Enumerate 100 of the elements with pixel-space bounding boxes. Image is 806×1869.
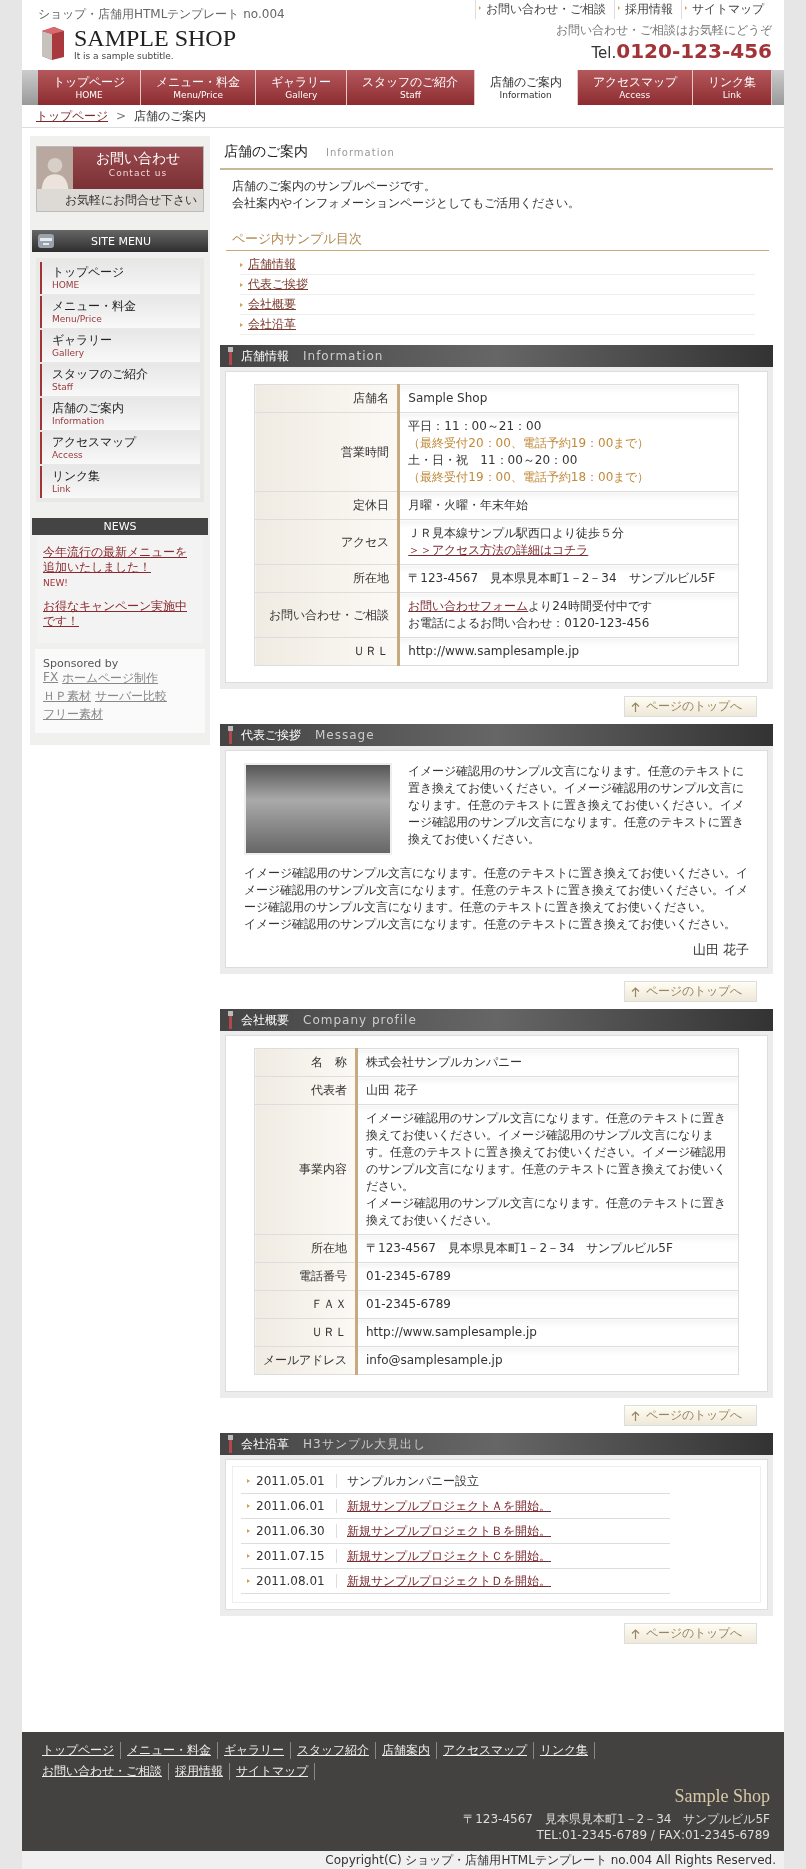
- table-header-cell: 営業時間: [254, 412, 399, 492]
- table-cell: 山田 花子: [356, 1076, 739, 1105]
- section-subtitle: Information: [303, 349, 384, 363]
- arrow-up-icon: [631, 986, 640, 997]
- contact-note: お問い合わせ・ご相談はお気軽にどうぞ: [556, 22, 772, 39]
- news-link[interactable]: お得なキャンペーン実施中です！: [43, 599, 197, 629]
- news-link[interactable]: 今年流行の最新メニューを追加いたしました！: [43, 545, 197, 575]
- footer-link[interactable]: トップページ: [42, 1742, 121, 1759]
- history-text: サンプルカンパニー設立: [347, 1472, 479, 1490]
- arrow-up-icon: [631, 1410, 640, 1421]
- sponsor-link[interactable]: フリー素材: [43, 706, 103, 723]
- toc-heading: ページ内サンプル目次: [226, 230, 769, 251]
- nav-tab[interactable]: メニュー・料金 Menu/Price: [141, 70, 257, 105]
- footer-link[interactable]: サイトマップ: [230, 1763, 315, 1780]
- page-title-english: Information: [326, 146, 395, 158]
- table-cell: http://www.samplesample.jp: [398, 637, 739, 666]
- top-link[interactable]: サイトマップ: [681, 0, 772, 19]
- menu-item[interactable]: トップページ HOME: [40, 262, 200, 294]
- signature: 山田 花子: [692, 942, 749, 957]
- table-header-cell: 所在地: [254, 564, 399, 593]
- table-header-cell: メールアドレス: [254, 1346, 357, 1375]
- logo-text[interactable]: SAMPLE SHOP: [74, 25, 237, 51]
- footer-link[interactable]: お問い合わせ・ご相談: [42, 1763, 169, 1780]
- toc-link[interactable]: 店舗情報: [248, 256, 296, 273]
- footer-link[interactable]: スタッフ紹介: [291, 1742, 376, 1759]
- footer-link[interactable]: リンク集: [534, 1742, 595, 1759]
- history-link[interactable]: 新規サンプルプロジェクトＤを開始。: [347, 1572, 551, 1590]
- section-title: 店舗情報: [241, 347, 289, 365]
- table-header-cell: 名 称: [254, 1048, 357, 1077]
- footer-link[interactable]: アクセスマップ: [437, 1742, 534, 1759]
- menu-item[interactable]: アクセスマップ Access: [40, 432, 200, 464]
- breadcrumb-separator: >: [116, 109, 127, 123]
- table-cell: http://www.samplesample.jp: [356, 1318, 739, 1347]
- copyright: Copyright(C) ショップ・店舗用HTMLテンプレート no.004 All Rights Reserved.: [325, 1853, 776, 1867]
- sponsor-link[interactable]: ＨＰ素材: [43, 688, 91, 705]
- table-cell: ＪＲ見本線サンプル駅西口より徒歩５分 ＞＞アクセス方法の詳細はコチラ: [398, 519, 739, 565]
- nav-tab[interactable]: リンク集 Link: [692, 70, 772, 105]
- breadcrumb-current: 店舗のご案内: [134, 107, 207, 125]
- footer-link[interactable]: 採用情報: [169, 1763, 230, 1780]
- nav-tab[interactable]: スタッフのご紹介 Staff: [347, 70, 475, 105]
- bullet-icon: [240, 262, 243, 267]
- footer-link[interactable]: 店舗案内: [376, 1742, 437, 1759]
- history-date: 2011.06.01: [256, 1499, 337, 1513]
- history-date: 2011.05.01: [256, 1474, 337, 1488]
- history-link[interactable]: 新規サンプルプロジェクトＣを開始。: [347, 1547, 551, 1565]
- table-header-cell: 定休日: [254, 491, 399, 520]
- table-cell: 株式会社サンプルカンパニー: [356, 1048, 739, 1077]
- toc-link[interactable]: 会社沿革: [248, 316, 296, 333]
- banner-subtitle: Contact us: [108, 168, 168, 178]
- nav-tab[interactable]: 店舗のご案内 Information: [474, 70, 578, 105]
- footer-link[interactable]: ギャラリー: [218, 1742, 291, 1759]
- breadcrumb-link[interactable]: トップページ: [36, 107, 108, 125]
- table-header-cell: お問い合わせ・ご相談: [254, 592, 399, 638]
- text-link[interactable]: ＞＞アクセス方法の詳細はコチラ: [408, 543, 589, 557]
- nav-tab[interactable]: トップページ HOME: [38, 70, 142, 105]
- box-icon: [37, 232, 55, 250]
- nav-tab[interactable]: ギャラリー Gallery: [256, 70, 348, 105]
- menu-item[interactable]: リンク集 Link: [40, 466, 200, 498]
- subtitle: It is a sample subtitle.: [74, 51, 175, 61]
- bullet-icon: [240, 282, 243, 287]
- message-text: イメージ確認用のサンプル文言になります。任意のテキストに置き換えてお使いください。: [244, 916, 737, 933]
- sponsor-link[interactable]: ホームページ制作: [62, 670, 159, 687]
- news-header: NEWS: [32, 518, 208, 535]
- section-subtitle: Message: [315, 728, 375, 742]
- menu-item[interactable]: スタッフのご紹介 Staff: [40, 364, 200, 396]
- table-cell: 月曜・火曜・年末年始: [398, 491, 739, 520]
- table-cell: お問い合わせフォームより24時間受付中です お電話によるお問い合わせ：0120-123-456: [398, 592, 739, 638]
- table-cell: 平日：11：00～21：00 （最終受付20：00、電話予約19：00まで） 土・日・祝 11：00～20：00 （最終受付19：00、電話予約18：00まで）: [398, 412, 739, 492]
- marker-icon: [228, 347, 233, 365]
- top-link[interactable]: 採用情報: [614, 0, 681, 19]
- banner-title: お問い合わせ: [96, 150, 180, 168]
- text-link[interactable]: お問い合わせフォーム: [408, 599, 529, 613]
- footer-link[interactable]: メニュー・料金: [121, 1742, 218, 1759]
- sponsor-link[interactable]: サーバー比較: [95, 688, 167, 705]
- toc-link[interactable]: 代表ご挨拶: [248, 276, 308, 293]
- footer-shop-name: Sample Shop: [673, 1786, 770, 1807]
- top-link[interactable]: お問い合わせ・ご相談: [475, 0, 614, 19]
- menu-item[interactable]: ギャラリー Gallery: [40, 330, 200, 362]
- table-cell: Sample Shop: [398, 384, 739, 413]
- history-link[interactable]: 新規サンプルプロジェクトＢを開始。: [347, 1522, 551, 1540]
- message-text: イメージ確認用のサンプル文言になります。任意のテキストに置き換えてお使いください。イメージ確認用のサンプル文言になります。任意のテキストに置き換えてお使いください。イメージ確認用のサンプル文言になります。任意のテキストに置き換えてお使いください。: [408, 763, 745, 848]
- table-cell: info@samplesample.jp: [356, 1346, 739, 1375]
- sponsor-link[interactable]: FX: [43, 670, 59, 687]
- contact-banner[interactable]: お問い合わせ Contact us お気軽にお問合せ下さい: [36, 146, 204, 212]
- message-text: イメージ確認用のサンプル文言になります。任意のテキストに置き換えてお使いください。イメージ確認用のサンプル文言になります。任意のテキストに置き換えてお使いください。イメージ確認用のサンプル文言になります。任意のテキストに置き換えてお使いください。: [244, 865, 749, 916]
- footer-phone: TEL:01-2345-6789 / FAX:01-2345-6789: [535, 1827, 770, 1843]
- footer-address: 〒123-4567 見本県見本町1－2－34 サンプルビル5F: [463, 1811, 770, 1827]
- toc-link[interactable]: 会社概要: [248, 296, 296, 313]
- history-date: 2011.06.30: [256, 1524, 337, 1538]
- page-title: 店舗のご案内: [224, 143, 308, 161]
- sponsor-title: Sponsored by: [43, 657, 120, 670]
- nav-tab[interactable]: アクセスマップ Access: [577, 70, 693, 105]
- marker-icon: [228, 1011, 233, 1029]
- menu-item[interactable]: 店舗のご案内 Information: [40, 398, 200, 430]
- history-link[interactable]: 新規サンプルプロジェクトＡを開始。: [347, 1497, 551, 1515]
- menu-item[interactable]: メニュー・料金 Menu/Price: [40, 296, 200, 328]
- bullet-icon: [247, 1554, 250, 1558]
- section-title: 代表ご挨拶: [241, 726, 301, 744]
- table-cell: イメージ確認用のサンプル文言になります。任意のテキストに置き換えてお使いください。イメージ確認用のサンプル文言になります。任意のテキストに置き換えてお使いください。イメージ確認用のサンプル文言になります。任意のテキストに置き換えてお使いください。 イメージ確認用のサンプル文言になります。任意のテキストに置き換えてお使いください。: [356, 1104, 739, 1235]
- table-header-cell: ＦＡＸ: [254, 1290, 357, 1319]
